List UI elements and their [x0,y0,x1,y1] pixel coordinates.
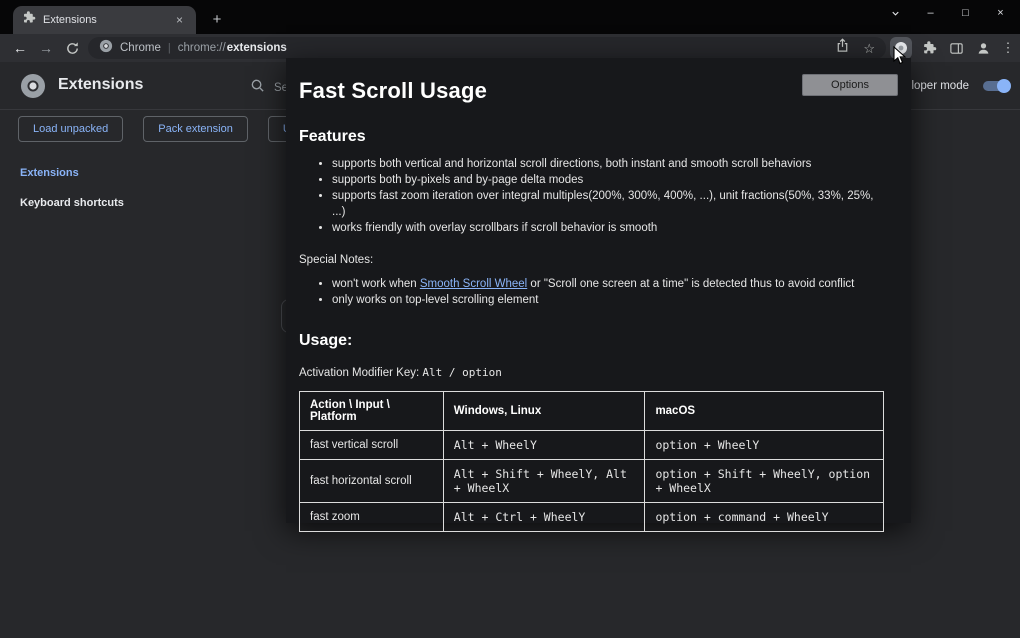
window-controls: – □ × [878,0,1018,26]
activation-label: Activation Modifier Key: [299,367,422,379]
feature-item: supports both by-pixels and by-page delt… [332,172,884,188]
table-header-row: Action \ Input \ Platform Windows, Linux… [300,392,884,431]
profile-icon[interactable] [973,37,993,59]
note-text: won't work when [332,278,420,290]
address-app-label: Chrome [120,42,161,54]
feature-item: supports fast zoom iteration over integr… [332,188,884,220]
table-row: fast horizontal scroll Alt + Shift + Whe… [300,460,884,503]
back-button[interactable]: ← [8,36,32,60]
activation-modifier-line: Activation Modifier Key: Alt / option [299,366,884,379]
cell-windows-keys: Alt + WheelY [443,431,645,460]
tab-close-button[interactable]: × [172,13,187,28]
note-item: only works on top-level scrolling elemen… [332,292,884,308]
smooth-scroll-wheel-link[interactable]: Smooth Scroll Wheel [420,278,527,290]
puzzle-favicon-icon [22,11,36,30]
fast-scroll-extension-icon[interactable] [890,37,912,59]
special-notes-list: won't work when Smooth Scroll Wheel or "… [299,276,884,308]
popup-title: Fast Scroll Usage [299,78,884,104]
special-notes-heading: Special Notes: [299,254,884,266]
share-icon[interactable] [835,38,850,58]
table-row: fast zoom Alt + Ctrl + WheelY option + c… [300,503,884,532]
cell-action: fast horizontal scroll [300,460,444,503]
feature-item: works friendly with overlay scrollbars i… [332,220,884,236]
cell-macos-keys: option + command + WheelY [645,503,884,532]
sidebar-item-extensions[interactable]: Extensions [0,158,200,188]
cell-action: fast zoom [300,503,444,532]
note-item: won't work when Smooth Scroll Wheel or "… [332,276,884,292]
cell-windows-keys: Alt + Ctrl + WheelY [443,503,645,532]
options-button[interactable]: Options [802,74,898,96]
fast-scroll-popup: Options Fast Scroll Usage Features suppo… [286,58,911,523]
usage-heading: Usage: [299,332,884,350]
cell-macos-keys: option + WheelY [645,431,884,460]
features-heading: Features [299,128,884,146]
browser-menu-icon[interactable]: ⋮ [1000,40,1016,56]
titlebar: Extensions × + – □ × [0,0,1020,34]
sidebar-item-keyboard-shortcuts[interactable]: Keyboard shortcuts [0,188,200,218]
cell-macos-keys: option + Shift + WheelY, option + WheelX [645,460,884,503]
developer-mode-toggle[interactable] [983,79,1010,93]
reload-button[interactable] [60,36,84,60]
cell-windows-keys: Alt + Shift + WheelY, Alt + WheelX [443,460,645,503]
address-url-scheme: chrome:// [178,42,226,54]
search-icon [250,78,265,98]
minimize-button[interactable]: – [913,0,948,26]
header-action-input-platform: Action \ Input \ Platform [300,392,444,431]
load-unpacked-button[interactable]: Load unpacked [18,116,123,142]
extensions-puzzle-icon[interactable] [919,37,939,59]
address-bar[interactable]: Chrome | chrome:// extensions ☆ [88,37,886,59]
browser-window: Extensions × + – □ × ← → Chrome | chrome… [0,0,1020,638]
header-macos: macOS [645,392,884,431]
table-row: fast vertical scroll Alt + WheelY option… [300,431,884,460]
page-title: Extensions [58,76,143,94]
tab-title: Extensions [43,14,165,26]
feature-item: supports both vertical and horizontal sc… [332,156,884,172]
sidebar-nav: Extensions Keyboard shortcuts [0,158,200,218]
toggle-knob [997,79,1011,93]
note-text: or "Scroll one screen at a time" is dete… [527,278,854,290]
usage-table: Action \ Input \ Platform Windows, Linux… [299,391,884,532]
close-button[interactable]: × [983,0,1018,26]
new-tab-button[interactable]: + [206,10,228,32]
side-panel-icon[interactable] [946,37,966,59]
browser-tab-extensions[interactable]: Extensions × [13,6,196,34]
window-menu-chevron-icon[interactable] [878,0,913,26]
header-windows-linux: Windows, Linux [443,392,645,431]
pack-extension-button[interactable]: Pack extension [143,116,248,142]
cell-action: fast vertical scroll [300,431,444,460]
bookmark-star-icon[interactable]: ☆ [863,42,875,55]
features-list: supports both vertical and horizontal sc… [299,156,884,236]
address-separator: | [168,42,171,54]
extensions-page-logo-icon [20,73,46,104]
activation-keys: Alt / option [422,366,501,379]
maximize-button[interactable]: □ [948,0,983,26]
chrome-logo-icon [99,39,113,58]
address-url-host: extensions [227,42,287,54]
forward-button[interactable]: → [34,36,58,60]
